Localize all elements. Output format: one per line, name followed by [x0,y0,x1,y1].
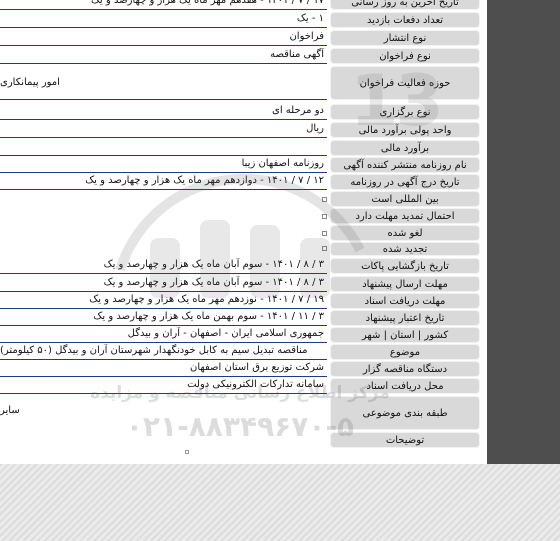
newspaper-date-value: ۱۲ / ۷ / ۱۴۰۱ - دوازدهم مهر ماه یک هزار … [0,174,327,190]
extension-label: احتمال تمدید مهلت دارد [330,208,480,224]
description-label: توضیحات [330,432,480,448]
table-row: سایر طبقه بندی موضوعی [0,396,480,430]
activity-scope-label: حوزه فعالیت فراخوان [330,66,480,100]
organizer-label: دستگاه مناقصه گزار [330,361,480,377]
page-side-background [487,0,560,464]
table-row: ۱۹ / ۷ / ۱۴۰۱ - نوزدهم مهر ماه یک هزار و… [0,293,480,309]
table-row: امور پیمانکاری حوزه فعالیت فراخوان [0,66,480,100]
estimate-label: برآورد مالی [330,140,480,156]
table-row: ۳ / ۸ / ۱۴۰۱ - سوم آبان ماه یک هزار و چه… [0,258,480,274]
opening-date-value: ۳ / ۸ / ۱۴۰۱ - سوم آبان ماه یک هزار و چه… [0,258,327,274]
table-row: ۱۷ / ۷ / ۱۴۰۱ - هفدهم مهر ماه یک هزار و … [0,0,480,10]
international-checkbox [322,197,327,202]
tender-details-panel: ۱۷ / ۷ / ۱۴۰۱ - هفدهم مهر ماه یک هزار و … [0,0,487,464]
table-row: توضیحات [0,432,480,448]
table-row: برآورد مالی [0,140,480,156]
category-label: طبقه بندی موضوعی [330,396,480,430]
table-row: بین المللی است [0,191,480,207]
validity-date-label: تاریخ اعتبار پیشنهاد [330,310,480,326]
newspaper-date-label: تاریخ درج آگهی در روزنامه [330,174,480,190]
table-row: سامانه تدارکات الکترونیکی دولت محل دریاف… [0,378,480,394]
currency-value: ریال [0,122,327,138]
documents-location-label: محل دریافت اسناد [330,378,480,394]
cancelled-label: لغو شده [330,225,480,241]
table-row: روزنامه اصفهان زیبا نام روزنامه منتشر کن… [0,157,480,173]
last-update-label: تاریخ آخرین به روز رسانی [330,0,480,10]
renewed-value [0,242,327,256]
validity-date-value: ۳ / ۱۱ / ۱۴۰۱ - سوم بهمن ماه یک هزار و چ… [0,310,327,326]
international-label: بین المللی است [330,191,480,207]
table-row: ۳ / ۸ / ۱۴۰۱ - سوم آبان ماه یک هزار و چه… [0,276,480,292]
holding-type-label: نوع برگزاری [330,104,480,120]
documents-location-value: سامانه تدارکات الکترونیکی دولت [0,378,327,394]
table-row: ۱ - یک تعداد دفعات بازدید [0,12,480,28]
location-label: کشور | استان | شهر [330,327,480,343]
table-row: شرکت توزیع برق استان اصفهان دستگاه مناقص… [0,361,480,377]
newspaper-label: نام روزنامه منتشر کننده آگهی [330,157,480,173]
subject-value: مناقصه تبدیل سیم به کابل خودنگهدار شهرست… [0,344,327,360]
publish-type-label: نوع انتشار [330,30,480,46]
table-row: فراخوان نوع انتشار [0,30,480,46]
activity-scope-value: امور پیمانکاری [0,66,327,100]
bottom-marker [185,450,189,454]
subject-label: موضوع [330,344,480,360]
page-bottom-background [0,464,560,541]
table-row: ۱۲ / ۷ / ۱۴۰۱ - دوازدهم مهر ماه یک هزار … [0,174,480,190]
call-type-value: آگهی مناقصه [0,48,327,64]
category-value: سایر [0,405,20,416]
international-value [0,191,327,207]
cancelled-checkbox [322,231,327,236]
description-value [0,432,327,448]
table-row: ریال واحد پولی برآورد مالی [0,122,480,138]
call-type-label: نوع فراخوان [330,48,480,64]
table-row: احتمال تمدید مهلت دارد [0,208,480,224]
currency-label: واحد پولی برآورد مالی [330,122,480,138]
estimate-value [0,140,327,156]
submission-deadline-label: مهلت ارسال پیشنهاد [330,276,480,292]
last-update-value: ۱۷ / ۷ / ۱۴۰۱ - هفدهم مهر ماه یک هزار و … [0,0,327,10]
table-row: آگهی مناقصه نوع فراخوان [0,48,480,64]
table-row: لغو شده [0,225,480,241]
table-row: ۳ / ۱۱ / ۱۴۰۱ - سوم بهمن ماه یک هزار و چ… [0,310,480,326]
table-row: دو مرحله ای نوع برگزاری [0,104,480,120]
extension-checkbox [322,214,327,219]
submission-deadline-value: ۳ / ۸ / ۱۴۰۱ - سوم آبان ماه یک هزار و چه… [0,276,327,292]
opening-date-label: تاریخ بازگشایی پاکات [330,258,480,274]
table-row: جمهوری اسلامی ایران - اصفهان - آران و بی… [0,327,480,343]
documents-deadline-label: مهلت دریافت اسناد [330,293,480,309]
location-value: جمهوری اسلامی ایران - اصفهان - آران و بی… [0,327,327,343]
renewed-checkbox [322,246,327,251]
holding-type-value: دو مرحله ای [0,104,327,120]
table-row: مناقصه تبدیل سیم به کابل خودنگهدار شهرست… [0,344,480,360]
visit-count-value: ۱ - یک [0,12,327,28]
table-row: تجدید شده [0,242,480,256]
cancelled-value [0,225,327,241]
visit-count-label: تعداد دفعات بازدید [330,12,480,28]
publish-type-value: فراخوان [0,30,327,46]
extension-value [0,208,327,224]
renewed-label: تجدید شده [330,242,480,256]
organizer-value: شرکت توزیع برق استان اصفهان [0,361,327,377]
documents-deadline-value: ۱۹ / ۷ / ۱۴۰۱ - نوزدهم مهر ماه یک هزار و… [0,293,327,309]
newspaper-value: روزنامه اصفهان زیبا [0,157,327,173]
